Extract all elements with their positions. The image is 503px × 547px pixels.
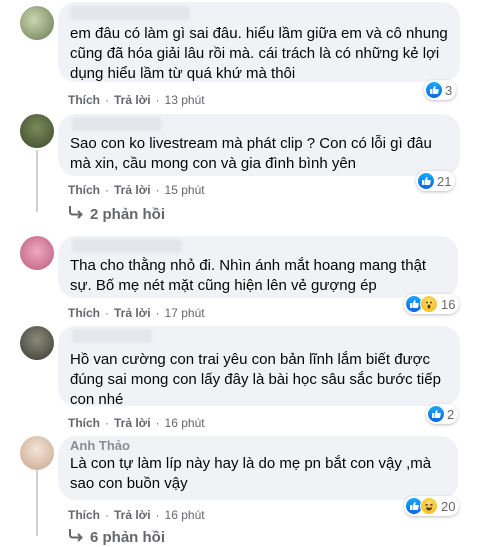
comment-text: Sao con ko livestream mà phát clip ? Con… xyxy=(70,135,432,172)
like-button[interactable]: Thích xyxy=(68,416,100,430)
reply-button[interactable]: Trả lời xyxy=(114,416,151,430)
reaction-count: 16 xyxy=(441,296,456,312)
comment-actions: Thích · Trả lời · 17 phút xyxy=(68,306,205,320)
comment-author-name[interactable]: Anh Thảo xyxy=(70,438,446,454)
comment-text: Là con tự làm líp này hay là do mẹ pn bắ… xyxy=(70,455,432,492)
comment-actions: Thích · Trả lời · 13 phút xyxy=(68,93,205,107)
comment-bubble: Anh Thảo Là con tự làm líp này hay là do… xyxy=(58,436,458,500)
like-icon xyxy=(426,82,442,98)
comment-text: Tha cho thằng nhỏ đi. Nhìn ánh mắt hoang… xyxy=(70,257,427,294)
redacted-author-name xyxy=(72,329,152,343)
comment-bubble: Sao con ko livestream mà phát clip ? Con… xyxy=(58,114,460,176)
avatar[interactable] xyxy=(20,236,54,270)
reaction-summary[interactable]: 21 xyxy=(416,171,456,191)
reaction-summary[interactable]: 3 xyxy=(424,80,457,100)
reaction-count: 2 xyxy=(447,406,455,422)
comment-actions: Thích · Trả lời · 16 phút xyxy=(68,416,205,430)
avatar[interactable] xyxy=(20,114,54,148)
view-replies-button[interactable]: 2 phản hồi xyxy=(68,205,165,223)
avatar[interactable] xyxy=(20,6,54,40)
reply-button[interactable]: Trả lời xyxy=(114,508,151,522)
like-icon xyxy=(418,173,434,189)
comment-actions: Thích · Trả lời · 15 phút xyxy=(68,183,205,197)
timestamp[interactable]: 16 phút xyxy=(165,416,205,430)
reply-arrow-icon xyxy=(68,528,84,546)
reaction-count: 3 xyxy=(445,82,453,98)
comment-bubble: Hồ van cường con trai yêu con bản lĩnh l… xyxy=(58,326,460,408)
like-button[interactable]: Thích xyxy=(68,306,100,320)
timestamp[interactable]: 13 phút xyxy=(165,93,205,107)
thread-line xyxy=(36,470,38,536)
comment-bubble: Tha cho thằng nhỏ đi. Nhìn ánh mắt hoang… xyxy=(58,236,458,298)
replies-count-label: 2 phản hồi xyxy=(90,205,165,223)
reply-button[interactable]: Trả lời xyxy=(114,183,151,197)
redacted-author-name xyxy=(72,239,182,253)
like-icon xyxy=(428,406,444,422)
thread-line xyxy=(36,150,38,212)
reply-button[interactable]: Trả lời xyxy=(114,93,151,107)
reaction-count: 21 xyxy=(437,173,452,189)
like-button[interactable]: Thích xyxy=(68,183,100,197)
redacted-author-name xyxy=(72,117,162,131)
avatar[interactable] xyxy=(20,436,54,470)
reaction-summary[interactable]: 16 xyxy=(404,294,460,314)
comment-actions: Thích · Trả lời · 16 phút xyxy=(68,508,205,522)
reaction-count: 20 xyxy=(441,498,456,514)
replies-count-label: 6 phản hồi xyxy=(90,528,165,546)
avatar[interactable] xyxy=(20,326,54,360)
wow-icon xyxy=(420,295,438,313)
reply-button[interactable]: Trả lời xyxy=(114,306,151,320)
reaction-summary[interactable]: 20 xyxy=(404,496,460,516)
comment-text: Hồ van cường con trai yêu con bản lĩnh l… xyxy=(70,351,441,408)
reaction-summary[interactable]: 2 xyxy=(426,404,459,424)
timestamp[interactable]: 17 phút xyxy=(165,306,205,320)
comment-text: em đâu có làm gì sai đâu. hiểu lầm giữa … xyxy=(70,25,448,82)
haha-icon xyxy=(420,497,438,515)
timestamp[interactable]: 16 phút xyxy=(165,508,205,522)
redacted-author-name xyxy=(70,6,190,20)
comment-bubble: em đâu có làm gì sai đâu. hiểu lầm giữa … xyxy=(58,2,460,82)
view-replies-button[interactable]: 6 phản hồi xyxy=(68,528,165,546)
timestamp[interactable]: 15 phút xyxy=(165,183,205,197)
reply-arrow-icon xyxy=(68,205,84,223)
like-button[interactable]: Thích xyxy=(68,93,100,107)
like-button[interactable]: Thích xyxy=(68,508,100,522)
